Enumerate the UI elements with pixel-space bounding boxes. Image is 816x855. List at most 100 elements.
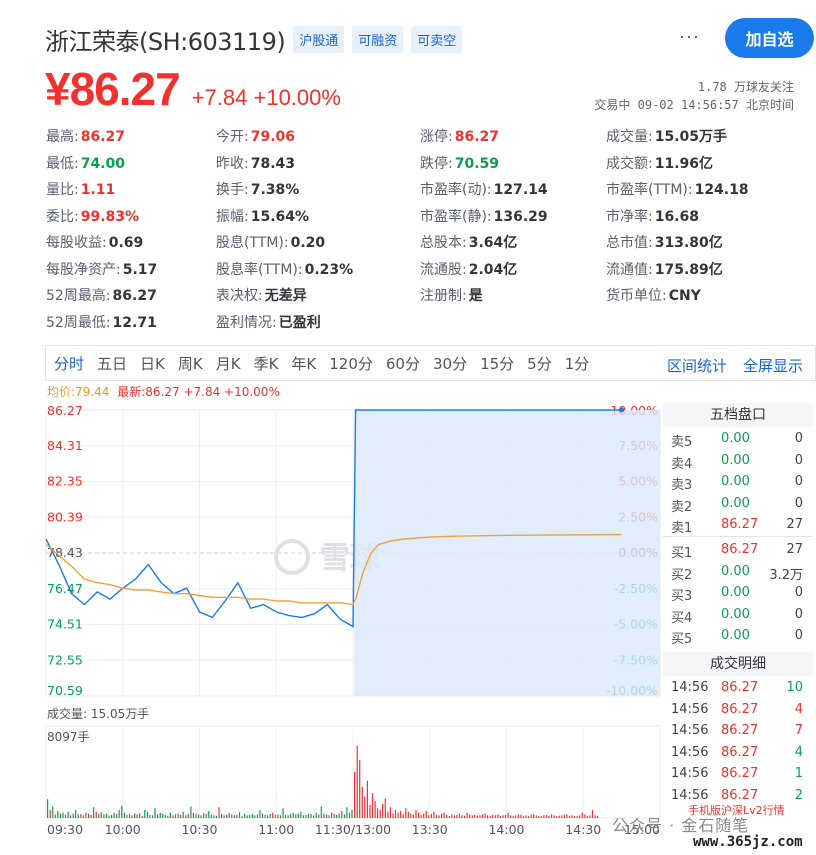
trade-time: 14:56 <box>671 744 709 760</box>
volume-bar <box>466 812 468 818</box>
volume-bar <box>502 815 504 818</box>
stat-item: 市盈率(动): 127.14 <box>420 179 548 199</box>
tag-margin[interactable]: 可融资 <box>352 26 404 53</box>
volume-bar <box>185 815 187 818</box>
volume-bar <box>520 814 522 818</box>
volume-bar <box>428 815 430 818</box>
volume-bar <box>151 815 154 818</box>
order-book-price: 0.00 <box>721 431 750 446</box>
volume-bar <box>448 815 450 818</box>
stat-item: 股息(TTM): 0.20 <box>216 232 325 252</box>
volume-bar <box>481 814 484 818</box>
volume-bar <box>116 814 118 818</box>
tab-period[interactable]: 周K <box>178 353 203 374</box>
order-book-title: 五档盘口 <box>663 403 813 427</box>
tab-period[interactable]: 年K <box>291 353 316 374</box>
stat-value: 0.20 <box>290 235 326 251</box>
volume-bar <box>497 814 499 818</box>
volume-bar <box>180 814 182 818</box>
stat-value: 已盈利 <box>278 314 321 331</box>
volume-bar <box>453 815 455 818</box>
order-book-row: 买1 86.27 27 <box>663 538 813 561</box>
volume-bar <box>369 804 371 818</box>
stat-value: 11.96亿 <box>654 155 714 172</box>
order-book-row: 买2 0.00 3.2万 <box>663 560 813 583</box>
tag-short[interactable]: 可卖空 <box>411 26 463 53</box>
tab-period[interactable]: 分时 <box>54 353 84 374</box>
volume-bar <box>284 814 287 818</box>
volume-bar <box>246 815 248 818</box>
volume-bar <box>233 815 235 818</box>
volume-bar <box>241 815 243 818</box>
stock-name: 浙江荣泰(SH:603119) <box>45 28 286 56</box>
volume-bar <box>228 813 230 818</box>
tab-period[interactable]: 30分 <box>433 353 467 374</box>
trading-status: 交易中 09-02 14:56:57 北京时间 <box>594 98 794 112</box>
volume-bar <box>154 808 156 818</box>
volume-bar <box>489 815 491 818</box>
volume-bar <box>377 808 379 818</box>
stat-value: 12.71 <box>112 314 157 331</box>
volume-bar <box>305 814 307 818</box>
trade-price: 86.27 <box>721 744 759 760</box>
tab-period[interactable]: 日K <box>140 353 165 374</box>
volume-bar <box>394 810 397 818</box>
stat-value: 78.43 <box>250 155 296 172</box>
tab-period[interactable]: 1分 <box>565 353 590 374</box>
price-area-fill <box>354 410 660 696</box>
tag-shanghai-connect[interactable]: 沪股通 <box>293 26 345 53</box>
tab-period[interactable]: 15分 <box>480 353 514 374</box>
volume-bar <box>238 812 241 818</box>
tab-period[interactable]: 月K <box>216 353 241 374</box>
stat-value: 0.23% <box>304 261 354 278</box>
tab-period[interactable]: 60分 <box>386 353 420 374</box>
volume-bar <box>100 812 102 818</box>
add-watchlist-button[interactable]: 加自选 <box>725 18 814 58</box>
stat-value: 99.83% <box>80 208 140 225</box>
volume-bar <box>563 814 565 818</box>
fullscreen-button[interactable]: 全屏显示 <box>743 355 803 376</box>
tab-period[interactable]: 季K <box>254 353 279 374</box>
trade-vol: 7 <box>794 723 803 739</box>
volume-bar <box>108 815 110 818</box>
last-price-dot <box>619 407 625 413</box>
volume-bar <box>190 806 192 818</box>
stat-item: 涨停: 86.27 <box>420 126 499 146</box>
volume-bar <box>423 813 425 818</box>
volume-bar <box>341 810 343 818</box>
volume-bar <box>469 814 471 818</box>
stat-label: 今开: <box>216 129 249 145</box>
volume-bar <box>318 814 320 818</box>
order-book-row: 卖1 86.27 27 <box>663 513 813 536</box>
stat-value: 124.18 <box>694 182 749 198</box>
volume-bar <box>407 811 409 818</box>
volume-bar <box>136 814 138 818</box>
volume-bar <box>512 815 514 818</box>
volume-bar <box>533 814 535 818</box>
tab-period[interactable]: 120分 <box>329 353 373 374</box>
stat-value: 15.64% <box>250 208 310 225</box>
intraday-chart[interactable]: 86.2710.00%84.317.50%82.355.00%80.392.50… <box>0 396 662 855</box>
volume-bar <box>461 815 463 818</box>
volume-bar <box>492 814 494 818</box>
tab-period[interactable]: 5分 <box>527 353 552 374</box>
tab-period[interactable]: 五日 <box>97 353 127 374</box>
range-stats-button[interactable]: 区间统计 <box>667 355 727 376</box>
stat-item: 盈利情况: 已盈利 <box>216 312 321 332</box>
order-book-vol: 0 <box>794 452 803 468</box>
stat-value: 70.59 <box>454 155 500 172</box>
volume-bar <box>484 813 486 818</box>
order-book-label: 买3 <box>671 589 693 605</box>
order-book-vol: 0 <box>794 474 803 490</box>
stat-item: 今开: 79.06 <box>216 126 295 146</box>
time-tick-label: 09:30 <box>47 822 83 837</box>
volume-bar <box>159 812 161 818</box>
volume-bar <box>174 814 177 818</box>
stat-item: 注册制: 是 <box>420 285 483 305</box>
trade-price: 86.27 <box>721 679 759 695</box>
volume-bar <box>331 812 333 818</box>
volume-bar <box>259 810 261 818</box>
stat-value: 86.27 <box>454 129 500 145</box>
stat-item: 总市值: 313.80亿 <box>606 232 723 252</box>
more-options-icon[interactable]: ··· <box>679 26 700 47</box>
